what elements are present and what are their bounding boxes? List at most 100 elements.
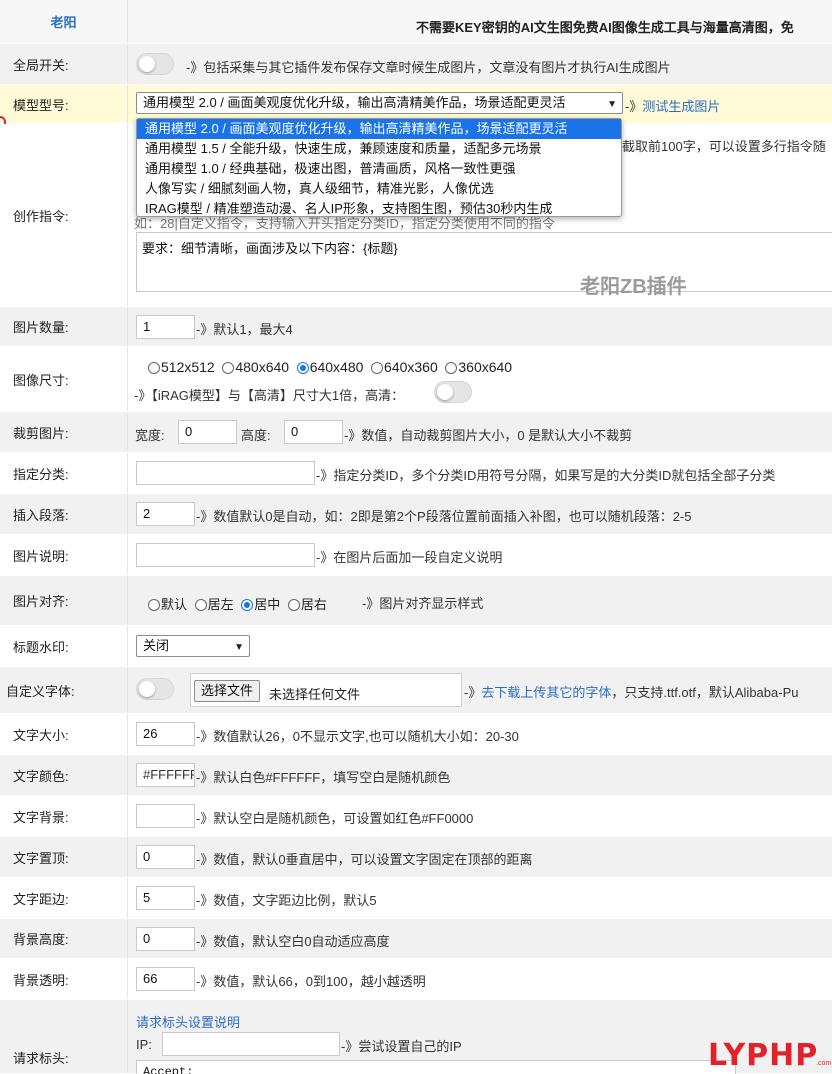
- request-header-text: Accept:: [143, 1065, 194, 1074]
- align-option[interactable]: 居左: [194, 594, 234, 613]
- model-option[interactable]: 人像写实 / 细腻刻画人物，真人级细节，精准光影，人像优选: [137, 179, 621, 199]
- size-option[interactable]: 640x360: [371, 359, 438, 375]
- global-switch-hint: -》包括采集与其它插件发布保存文章时候生成图片，文章没有图片才执行AI生成图片: [186, 60, 671, 75]
- bg-height-input[interactable]: 0: [136, 927, 195, 951]
- crop-width-input[interactable]: 0: [178, 420, 237, 444]
- download-fonts-link[interactable]: 去下载上传其它的字体: [481, 685, 611, 700]
- header-right-cell: 不需要KEY密钥的AI文生图免费AI图像生成工具与海量高清图，免: [128, 0, 832, 43]
- model-option[interactable]: 通用模型 1.5 / 全能升级，快速生成，兼顾速度和质量，适配多元场景: [137, 139, 621, 159]
- row-title-watermark: 标题水印: 关闭 ▼: [0, 626, 832, 667]
- title-watermark-select[interactable]: 关闭 ▼: [136, 635, 250, 657]
- row-font-color: 文字颜色: #FFFFFF -》默认白色#FFFFFF，填写空白是随机颜色: [0, 755, 832, 796]
- ip-input[interactable]: [162, 1032, 340, 1056]
- model-select[interactable]: 通用模型 2.0 / 画面美观度优化升级，输出高清精美作品，场景适配更灵活 ▼: [136, 92, 623, 114]
- category-label: 指定分类:: [0, 453, 128, 493]
- size-option[interactable]: 360x640: [445, 359, 512, 375]
- bg-opacity-input[interactable]: 66: [136, 967, 195, 991]
- global-switch-toggle[interactable]: [136, 53, 174, 75]
- align-option[interactable]: 居中: [241, 594, 280, 613]
- radio-icon: [148, 599, 160, 611]
- custom-font-hint-prefix: -》: [464, 685, 482, 700]
- text-margin-label: 文字距边:: [0, 878, 128, 918]
- ip-hint: -》尝试设置自己的IP: [341, 1039, 462, 1054]
- radio-checked-icon: [241, 599, 254, 611]
- file-picker: 选择文件 未选择任何文件: [190, 673, 462, 707]
- size-option[interactable]: 640x480: [296, 359, 363, 375]
- prompt-watermark: 老阳ZB插件: [580, 276, 687, 298]
- radio-icon: [148, 362, 160, 374]
- chevron-down-icon: ▼: [607, 99, 617, 110]
- model-label: 模型型号:: [0, 85, 128, 123]
- test-generate-link[interactable]: 测试生成图片: [642, 99, 720, 114]
- align-label: 图片对齐:: [0, 576, 128, 625]
- lyphp-logo: LYPHP .com: [708, 1038, 832, 1074]
- font-color-input[interactable]: #FFFFFF: [136, 763, 195, 787]
- bg-height-hint: -》数值，默认空白0自动适应高度: [196, 934, 390, 949]
- count-hint: -》默认1，最大4: [196, 322, 293, 337]
- paragraph-label: 插入段落:: [0, 494, 128, 534]
- text-margin-input[interactable]: 5: [136, 886, 195, 910]
- row-text-bg: 文字背景: -》默认空白是随机颜色，可设置如红色#FF0000: [0, 796, 832, 837]
- lyphp-logo-text: LYPHP: [708, 1038, 819, 1073]
- row-global-switch: 全局开关: -》包括采集与其它插件发布保存文章时候生成图片，文章没有图片才执行A…: [0, 44, 832, 85]
- paragraph-input[interactable]: 2: [136, 502, 195, 526]
- caption-hint: -》在图片后面加一段自定义说明: [316, 550, 503, 565]
- text-top-hint: -》数值，默认0垂直居中，可以设置文字固定在顶部的距离: [196, 852, 533, 867]
- category-input[interactable]: [136, 461, 315, 485]
- request-header-textarea[interactable]: Accept:: [136, 1060, 736, 1074]
- request-header-help-link[interactable]: 请求标头设置说明: [136, 1012, 240, 1031]
- text-top-input[interactable]: 0: [136, 845, 195, 869]
- row-caption: 图片说明: -》在图片后面加一段自定义说明: [0, 535, 832, 576]
- category-hint: -》指定分类ID，多个分类ID用符号分隔，如果写是的大分类ID就包括全部子分类: [316, 468, 776, 483]
- font-size-label: 文字大小:: [0, 714, 128, 754]
- font-color-label: 文字颜色:: [0, 755, 128, 795]
- font-size-input[interactable]: 26: [136, 722, 195, 746]
- model-option[interactable]: 通用模型 1.0 / 经典基础，极速出图，普清画质，风格一致性更强: [137, 159, 621, 179]
- radio-icon: [287, 599, 300, 611]
- font-color-hint: -》默认白色#FFFFFF，填写空白是随机颜色: [196, 770, 451, 785]
- text-margin-hint: -》数值，文字距边比例，默认5: [196, 893, 377, 908]
- crop-width-label: 宽度:: [135, 428, 165, 443]
- custom-font-toggle[interactable]: [136, 678, 174, 700]
- caption-input[interactable]: [136, 543, 315, 567]
- size-option[interactable]: 512x512: [148, 359, 215, 375]
- text-bg-label: 文字背景:: [0, 796, 128, 836]
- model-option[interactable]: IRAG模型 / 精准塑造动漫、名人IP形象，支持图生图，预估30秒内生成: [137, 199, 621, 219]
- size-option[interactable]: 480x640: [222, 359, 289, 375]
- align-hint: -》图片对齐显示样式: [362, 596, 484, 611]
- row-crop: 裁剪图片: 宽度: 0 高度: 0 -》数值，自动裁剪图片大小，0 是默认大小不…: [0, 412, 832, 453]
- hd-toggle[interactable]: [434, 381, 472, 403]
- align-option[interactable]: 默认: [148, 594, 187, 613]
- bg-opacity-label: 背景透明:: [0, 959, 128, 999]
- crop-height-label: 高度:: [241, 428, 271, 443]
- text-bg-hint: -》默认空白是随机颜色，可设置如红色#FF0000: [196, 811, 474, 826]
- row-bg-height: 背景高度: 0 -》数值，默认空白0自动适应高度: [0, 919, 832, 959]
- header-row: 老阳 不需要KEY密钥的AI文生图免费AI图像生成工具与海量高清图，免: [0, 0, 832, 44]
- header-left-title: 老阳: [50, 15, 77, 30]
- align-option[interactable]: 居右: [287, 594, 327, 613]
- title-watermark-value: 关闭: [143, 638, 170, 653]
- radio-checked-icon: [296, 362, 309, 374]
- crop-height-input[interactable]: 0: [284, 420, 343, 444]
- count-input[interactable]: 1: [136, 315, 195, 339]
- prompt-textarea[interactable]: 要求：细节清晰，画面涉及以下内容：{标题}: [136, 232, 832, 292]
- choose-file-button[interactable]: 选择文件: [194, 680, 261, 702]
- model-dropdown-list: 通用模型 2.0 / 画面美观度优化升级，输出高清精美作品，场景适配更灵活 通用…: [136, 118, 622, 217]
- text-top-label: 文字置顶:: [0, 837, 128, 877]
- row-text-margin: 文字距边: 5 -》数值，文字距边比例，默认5: [0, 878, 832, 919]
- ip-label: IP:: [136, 1037, 152, 1052]
- custom-font-label: 自定义字体:: [0, 667, 128, 713]
- count-label: 图片数量:: [0, 307, 128, 346]
- size-radio-group: 512x512 480x640 640x480 640x360 360x640: [148, 359, 516, 375]
- model-option[interactable]: 通用模型 2.0 / 画面美观度优化升级，输出高清精美作品，场景适配更灵活: [137, 119, 621, 139]
- radio-icon: [371, 362, 384, 374]
- text-bg-input[interactable]: [136, 804, 195, 828]
- radio-icon: [194, 599, 207, 611]
- row-count: 图片数量: 1 -》默认1，最大4: [0, 307, 832, 347]
- size-hint: -》【iRAG模型】与【高清】尺寸大1倍，高清：: [134, 388, 405, 403]
- paragraph-hint: -》数值默认0是自动，如：2即是第2个P段落位置前面插入补图，也可以随机段落：2…: [196, 509, 692, 524]
- row-align: 图片对齐: 默认 居左 居中 居右 -》图片对齐显示样式: [0, 576, 832, 626]
- row-paragraph: 插入段落: 2 -》数值默认0是自动，如：2即是第2个P段落位置前面插入补图，也…: [0, 494, 832, 535]
- row-category: 指定分类: -》指定分类ID，多个分类ID用符号分隔，如果写是的大分类ID就包括…: [0, 453, 832, 494]
- row-bg-opacity: 背景透明: 66 -》数值，默认66，0到100，越小越透明: [0, 959, 832, 1000]
